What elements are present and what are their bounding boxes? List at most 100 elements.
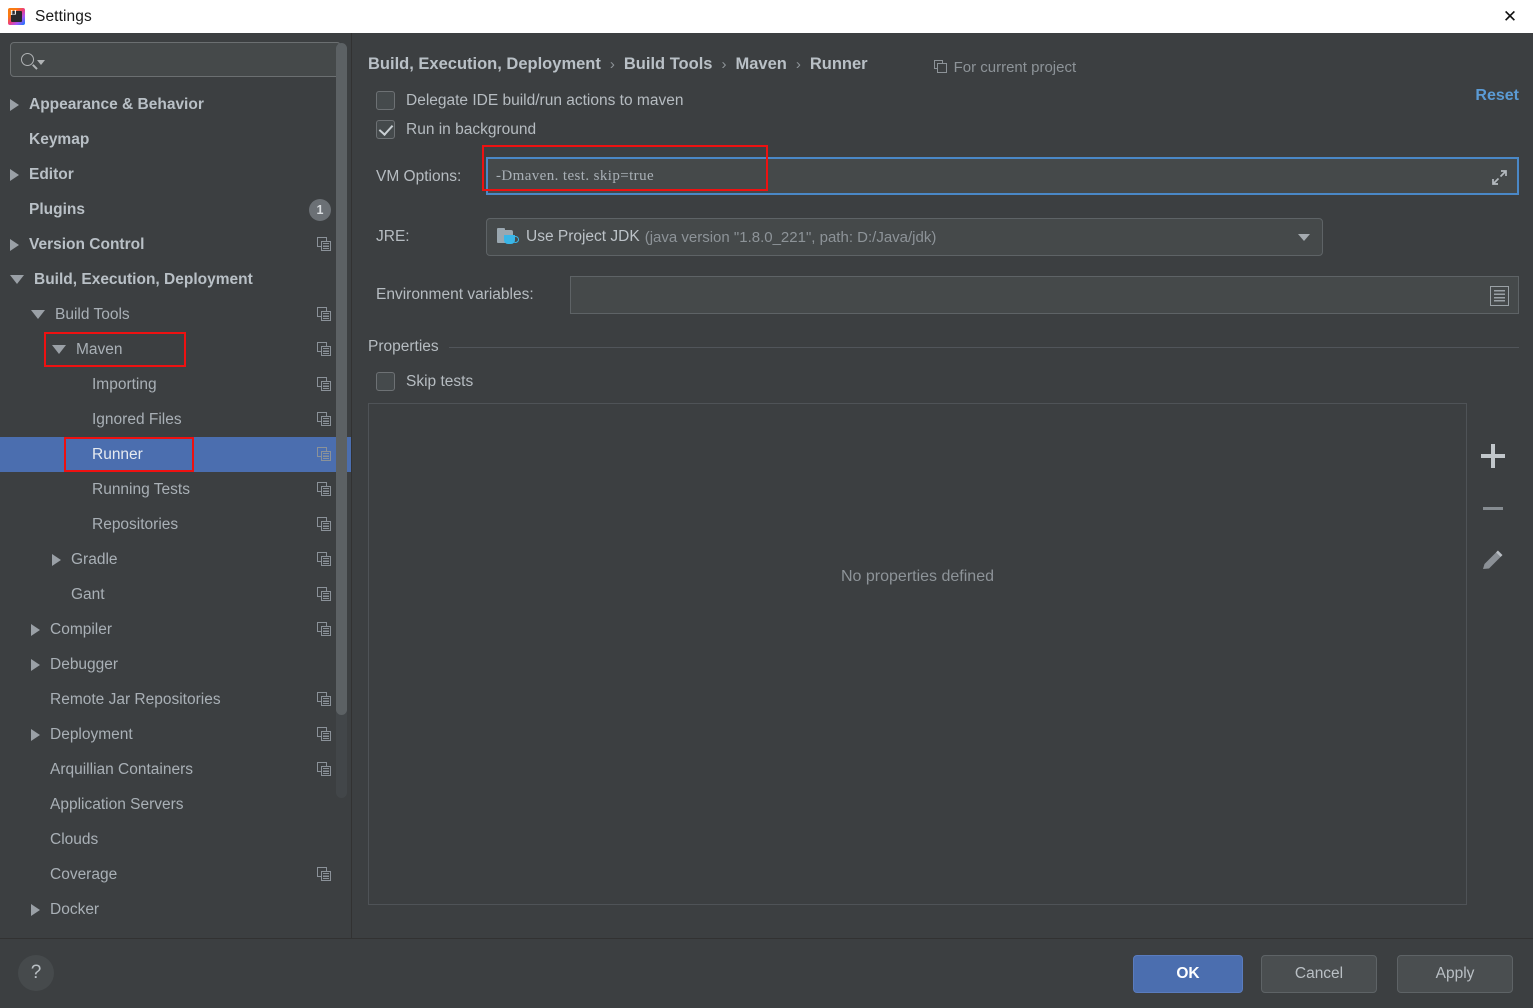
sidebar-item-gradle[interactable]: Gradle: [0, 542, 351, 577]
sidebar-item-remote-jar-repositories[interactable]: Remote Jar Repositories: [0, 682, 351, 717]
sidebar-item-running-tests[interactable]: Running Tests: [0, 472, 351, 507]
sidebar-item-clouds[interactable]: Clouds: [0, 822, 351, 857]
delegate-ide-build-checkbox[interactable]: [376, 91, 395, 110]
run-in-background-checkbox[interactable]: [376, 120, 395, 139]
jre-dropdown[interactable]: Use Project JDK (java version "1.8.0_221…: [486, 218, 1323, 256]
chevron-right-icon[interactable]: [31, 623, 40, 636]
help-button[interactable]: ?: [18, 955, 54, 991]
ok-button[interactable]: OK: [1133, 955, 1243, 993]
edit-property-button[interactable]: [1480, 547, 1506, 573]
settings-sidebar: Appearance & Behavior Keymap Editor Plugins…: [0, 33, 352, 938]
scope-note: For current project: [933, 53, 1077, 76]
jre-value-main: Use Project JDK: [526, 228, 640, 245]
sidebar-item-gant[interactable]: Gant: [0, 577, 351, 612]
breadcrumb-item-0[interactable]: Build, Execution, Deployment: [368, 55, 601, 74]
sidebar-item-label: Build Tools: [55, 305, 130, 323]
reset-link[interactable]: Reset: [1475, 87, 1519, 105]
list-browse-icon[interactable]: [1490, 286, 1509, 306]
jre-label: JRE:: [376, 228, 410, 245]
jdk-folder-icon: [497, 228, 519, 246]
sidebar-item-label: Clouds: [50, 830, 99, 848]
vm-options-row: VM Options: -Dmaven. test. skip=true: [368, 145, 1519, 199]
sidebar-item-build-tools[interactable]: Build Tools: [0, 297, 351, 332]
breadcrumb: Build, Execution, Deployment › Build Too…: [368, 33, 1519, 81]
chevron-right-icon[interactable]: [52, 553, 61, 566]
sidebar-item-importing[interactable]: Importing: [0, 367, 351, 402]
close-icon[interactable]: ✕: [1487, 0, 1533, 33]
settings-dialog-body: Appearance & Behavior Keymap Editor Plugins…: [0, 33, 1533, 938]
project-scope-icon: [317, 377, 332, 392]
sidebar-item-debugger[interactable]: Debugger: [0, 647, 351, 682]
sidebar-item-application-servers[interactable]: Application Servers: [0, 787, 351, 822]
skip-tests-checkbox-row[interactable]: Skip tests: [376, 372, 1519, 391]
chevron-right-icon[interactable]: [10, 238, 19, 251]
chevron-right-icon[interactable]: [31, 728, 40, 741]
properties-empty-message: No properties defined: [841, 568, 994, 585]
sidebar-item-deployment[interactable]: Deployment: [0, 717, 351, 752]
breadcrumb-item-1[interactable]: Build Tools: [624, 55, 713, 74]
sidebar-item-label: Compiler: [50, 620, 113, 638]
breadcrumb-separator: ›: [609, 55, 615, 73]
properties-section-title: Properties: [368, 338, 439, 355]
sidebar-item-editor[interactable]: Editor: [0, 157, 351, 192]
environment-variables-row: Environment variables:: [368, 276, 1519, 316]
environment-variables-input[interactable]: [570, 276, 1519, 314]
breadcrumb-separator: ›: [795, 55, 801, 73]
sidebar-item-label: Build, Execution, Deployment: [34, 270, 253, 288]
chevron-down-icon[interactable]: [10, 275, 24, 284]
apply-button[interactable]: Apply: [1397, 955, 1513, 993]
project-scope-icon: [317, 237, 332, 252]
sidebar-item-build-execution-deployment[interactable]: Build, Execution, Deployment: [0, 262, 351, 297]
project-scope-icon: [317, 447, 332, 462]
chevron-right-icon[interactable]: [31, 658, 40, 671]
sidebar-item-label: Arquillian Containers: [50, 760, 194, 778]
chevron-right-icon[interactable]: [10, 168, 19, 181]
properties-section-header: Properties: [368, 338, 1519, 356]
window-title-bar: IJ Settings ✕: [0, 0, 1533, 33]
run-in-background-checkbox-row[interactable]: Run in background: [376, 120, 1519, 139]
sidebar-item-coverage[interactable]: Coverage: [0, 857, 351, 892]
sidebar-item-plugins[interactable]: Plugins 1: [0, 192, 351, 227]
sidebar-item-appearance-behavior[interactable]: Appearance & Behavior: [0, 87, 351, 122]
add-property-button[interactable]: [1480, 443, 1506, 469]
project-scope-icon: [317, 307, 332, 322]
expand-arrows-icon[interactable]: [1490, 168, 1509, 187]
run-in-background-label: Run in background: [406, 120, 537, 138]
sidebar-item-runner[interactable]: Runner: [0, 437, 351, 472]
chevron-right-icon[interactable]: [10, 98, 19, 111]
breadcrumb-item-3[interactable]: Runner: [810, 55, 868, 74]
sidebar-item-keymap[interactable]: Keymap: [0, 122, 351, 157]
sidebar-item-compiler[interactable]: Compiler: [0, 612, 351, 647]
sidebar-item-label: Runner: [92, 445, 143, 463]
breadcrumb-separator: ›: [721, 55, 727, 73]
intellij-idea-icon: IJ: [8, 8, 25, 25]
scope-note-label: For current project: [953, 58, 1077, 76]
search-dropdown-icon[interactable]: [37, 59, 45, 65]
properties-list[interactable]: No properties defined: [368, 403, 1467, 905]
chevron-down-icon[interactable]: [31, 310, 45, 319]
breadcrumb-item-2[interactable]: Maven: [735, 55, 786, 74]
settings-tree[interactable]: Appearance & Behavior Keymap Editor Plugins…: [0, 85, 351, 938]
sidebar-scrollbar-track[interactable]: [336, 43, 347, 798]
search-box[interactable]: [10, 42, 341, 77]
sidebar-item-version-control[interactable]: Version Control: [0, 227, 351, 262]
sidebar-item-maven[interactable]: Maven: [0, 332, 351, 367]
sidebar-item-label: Gradle: [71, 550, 118, 568]
sidebar-item-arquillian-containers[interactable]: Arquillian Containers: [0, 752, 351, 787]
cancel-button[interactable]: Cancel: [1261, 955, 1377, 993]
remove-property-button[interactable]: [1480, 495, 1506, 521]
sidebar-item-repositories[interactable]: Repositories: [0, 507, 351, 542]
search-input[interactable]: [51, 52, 332, 67]
vm-options-input[interactable]: -Dmaven. test. skip=true: [486, 157, 1519, 195]
sidebar-scrollbar-thumb[interactable]: [336, 43, 347, 715]
project-scope-icon: [317, 692, 332, 707]
sidebar-item-ignored-files[interactable]: Ignored Files: [0, 402, 351, 437]
sidebar-item-label: Editor: [29, 165, 74, 183]
sidebar-item-docker[interactable]: Docker: [0, 892, 351, 927]
skip-tests-checkbox[interactable]: [376, 372, 395, 391]
copy-scope-icon: [933, 60, 948, 74]
delegate-ide-build-checkbox-row[interactable]: Delegate IDE build/run actions to maven: [376, 91, 1519, 110]
chevron-down-icon[interactable]: [1298, 234, 1310, 241]
chevron-right-icon[interactable]: [31, 903, 40, 916]
chevron-down-icon[interactable]: [52, 345, 66, 354]
